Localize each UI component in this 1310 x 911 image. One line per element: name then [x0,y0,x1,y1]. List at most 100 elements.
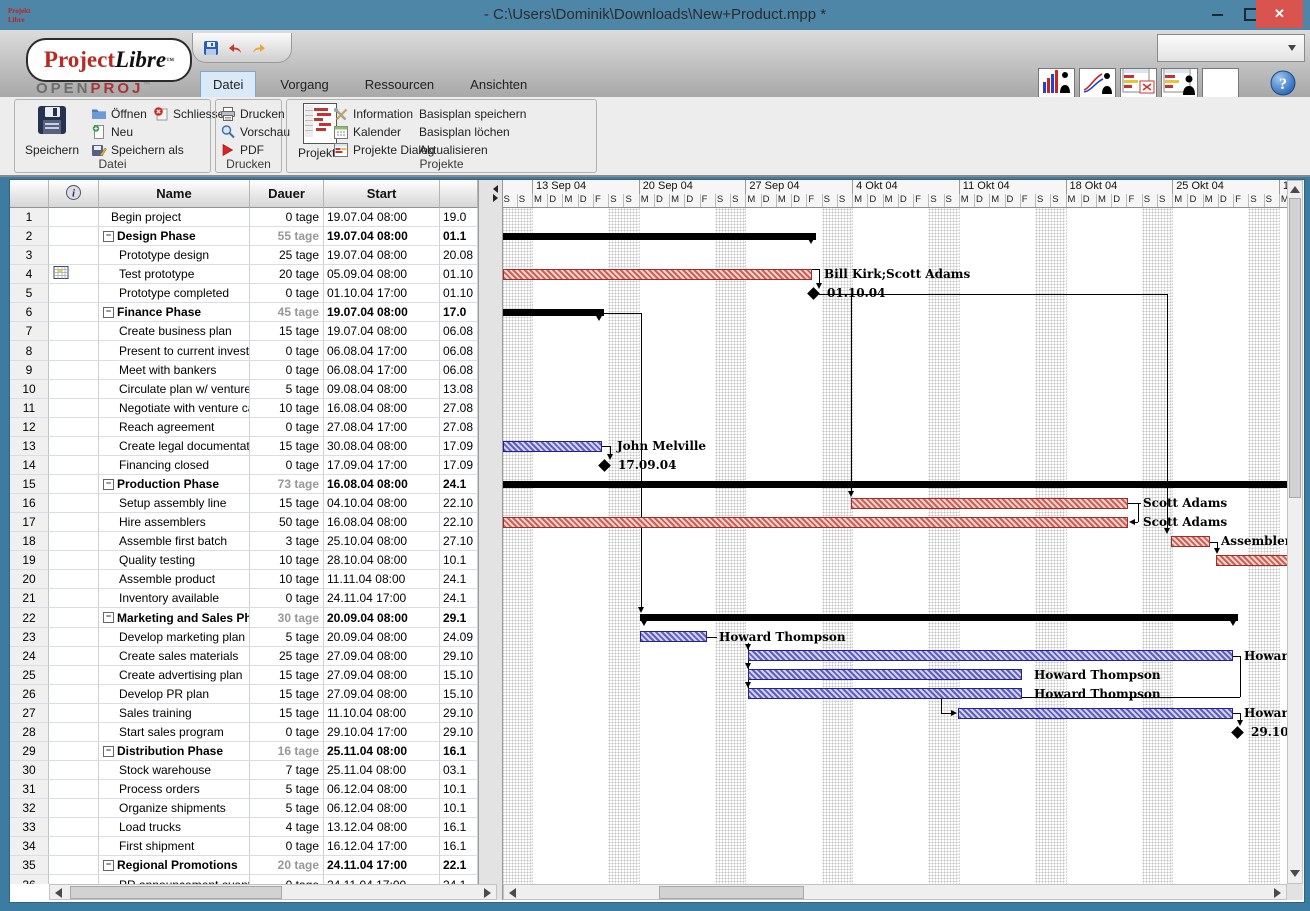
task-row[interactable]: 20Assemble product10 tage11.11.04 08:002… [10,570,478,589]
splitter-right-icon[interactable] [493,194,498,202]
task-row[interactable]: 6−Finance Phase45 tage19.07.04 08:0017.0 [10,303,478,322]
tab-ressourcen[interactable]: Ressourcen [353,72,446,97]
task-row[interactable]: 10Circulate plan w/ venture c5 tage09.08… [10,380,478,399]
clear-baseline-button[interactable]: Basisplan löchen [419,124,510,140]
task-row[interactable]: 13Create legal documentation15 tage30.08… [10,437,478,456]
gantt-bar[interactable] [503,517,1128,528]
undo-icon[interactable] [227,40,243,56]
task-row[interactable]: 19Quality testing10 tage28.10.04 08:0010… [10,551,478,570]
resource-usage-view-button[interactable] [1161,68,1198,99]
close-button[interactable]: ✕ [1256,0,1303,28]
column-header-col0[interactable] [10,180,49,208]
task-row[interactable]: 34First shipment0 tage16.12.04 17:0016.1 [10,837,478,856]
gantt-hscrollbar[interactable] [503,884,1287,900]
task-row[interactable]: 3Prototype design25 tage19.07.04 08:0020… [10,246,478,265]
task-row[interactable]: 26Develop PR plan15 tage27.09.04 08:0015… [10,685,478,704]
column-header-col5[interactable] [440,180,478,208]
gantt-summary-bar[interactable] [640,614,1238,621]
task-row[interactable]: 4Test prototype20 tage05.09.04 08:0001.1… [10,265,478,284]
task-row[interactable]: 12Reach agreement0 tage27.08.04 17:0027.… [10,418,478,437]
task-row[interactable]: 15−Production Phase73 tage16.08.04 08:00… [10,475,478,494]
gantt-bar[interactable] [1171,536,1210,547]
gantt-bar[interactable] [958,708,1233,719]
column-header-Dauer[interactable]: Dauer [250,180,324,208]
filter-combobox[interactable] [1157,34,1305,62]
task-row[interactable]: 23Develop marketing plan5 tage20.09.04 0… [10,628,478,647]
preview-button[interactable]: Vorschau [220,124,290,140]
collapse-icon[interactable]: − [103,612,114,623]
blank-view-button[interactable] [1202,68,1239,99]
task-row[interactable]: 14Financing closed0 tage17.09.04 17:0017… [10,456,478,475]
gantt-bar[interactable] [748,650,1233,661]
open-button[interactable]: Öffnen [91,106,147,122]
gantt-milestone[interactable] [807,287,820,300]
tab-ansichten[interactable]: Ansichten [458,72,539,97]
task-row[interactable]: 29−Distribution Phase16 tage25.11.04 08:… [10,742,478,761]
scroll-right-icon[interactable] [1274,888,1281,898]
task-row[interactable]: 18Assemble first batch3 tage25.10.04 08:… [10,532,478,551]
table-gantt-splitter[interactable] [478,180,503,900]
column-header-Start[interactable]: Start [324,180,440,208]
task-row[interactable]: 21Inventory available0 tage24.11.04 17:0… [10,589,478,608]
collapse-icon[interactable]: − [103,479,114,490]
tab-vorgang[interactable]: Vorgang [268,72,340,97]
histogram-view-button[interactable] [1038,68,1075,99]
gantt-bar[interactable] [851,498,1128,509]
task-row[interactable]: 28Start sales program0 tage29.10.04 17:0… [10,723,478,742]
gantt-bar[interactable] [640,631,707,642]
task-row[interactable]: 2−Design Phase55 tage19.07.04 08:0001.1 [10,227,478,246]
gantt-summary-bar[interactable] [503,481,1287,488]
collapse-icon[interactable]: − [103,307,114,318]
task-row[interactable]: 27Sales training15 tage11.10.04 08:0029.… [10,704,478,723]
quick-save-icon[interactable] [203,40,219,56]
task-row[interactable]: 5Prototype completed0 tage01.10.04 17:00… [10,284,478,303]
gantt-bar[interactable] [1216,555,1287,566]
scroll-right-icon[interactable] [484,888,491,898]
scroll-down-icon[interactable] [1290,870,1300,877]
gantt-summary-bar[interactable] [503,309,604,316]
gantt-bar[interactable] [748,688,1022,699]
scroll-left-icon[interactable] [509,888,516,898]
gantt-vscroll-thumb[interactable] [1289,198,1301,498]
task-row[interactable]: 8Present to current investor0 tage06.08.… [10,341,478,360]
splitter-left-icon[interactable] [493,185,498,193]
task-usage-view-button[interactable] [1120,68,1157,99]
task-table[interactable]: 1Begin project0 tage19.07.04 08:0019.02−… [10,208,478,884]
redo-icon[interactable] [251,40,267,56]
task-row[interactable]: 17Hire assemblers50 tage16.08.04 08:0022… [10,513,478,532]
scroll-left-icon[interactable] [55,888,62,898]
save-as-button[interactable]: Speichern als [91,142,184,158]
task-row[interactable]: 22−Marketing and Sales Pha30 tage20.09.0… [10,608,478,627]
pdf-button[interactable]: PDF [220,142,264,158]
gantt-bar[interactable] [748,669,1022,680]
task-row[interactable]: 11Negotiate with venture cap10 tage16.08… [10,399,478,418]
task-row[interactable]: 25Create advertising plan15 tage27.09.04… [10,666,478,685]
task-row[interactable]: 16Setup assembly line15 tage04.10.04 08:… [10,494,478,513]
new-button[interactable]: Neu [91,124,133,140]
scroll-up-icon[interactable] [1290,186,1300,193]
collapse-icon[interactable]: − [103,231,114,242]
task-row[interactable]: 33Load trucks4 tage13.12.04 08:0016.1 [10,818,478,837]
task-row[interactable]: 35−Regional Promotions20 tage24.11.04 17… [10,856,478,875]
column-header-Name[interactable]: Name [99,180,250,208]
task-row[interactable]: 7Create business plan15 tage19.07.04 08:… [10,322,478,341]
collapse-icon[interactable]: − [103,746,114,757]
gantt-chart[interactable]: 01.10.0417.09.0429.10.04Bill Kirk;Scott … [503,208,1287,884]
minimize-button[interactable] [1200,0,1234,29]
save-baseline-button[interactable]: Basisplan speichern [419,106,526,122]
title-bar[interactable]: ProjektLibre - C:\Users\Dominik\Download… [0,0,1310,30]
task-row[interactable]: 9Meet with bankers0 tage06.08.04 17:0006… [10,361,478,380]
task-row[interactable]: 24Create sales materials25 tage27.09.04 … [10,647,478,666]
column-header-col1[interactable]: i [49,180,99,208]
gantt-milestone[interactable] [1231,726,1244,739]
table-hscroll-thumb[interactable] [70,886,282,899]
charts-view-button[interactable] [1079,68,1116,99]
tab-datei[interactable]: Datei [200,71,256,97]
collapse-icon[interactable]: − [103,860,114,871]
calendar-button[interactable]: Kalender [333,124,401,140]
information-button[interactable]: Information [333,106,413,122]
table-hscrollbar[interactable] [49,884,497,900]
gantt-bar[interactable] [503,441,602,452]
task-row[interactable]: 36PR announcement event0 tage24.11.04 17… [10,875,478,884]
print-button[interactable]: Drucken [220,106,285,122]
